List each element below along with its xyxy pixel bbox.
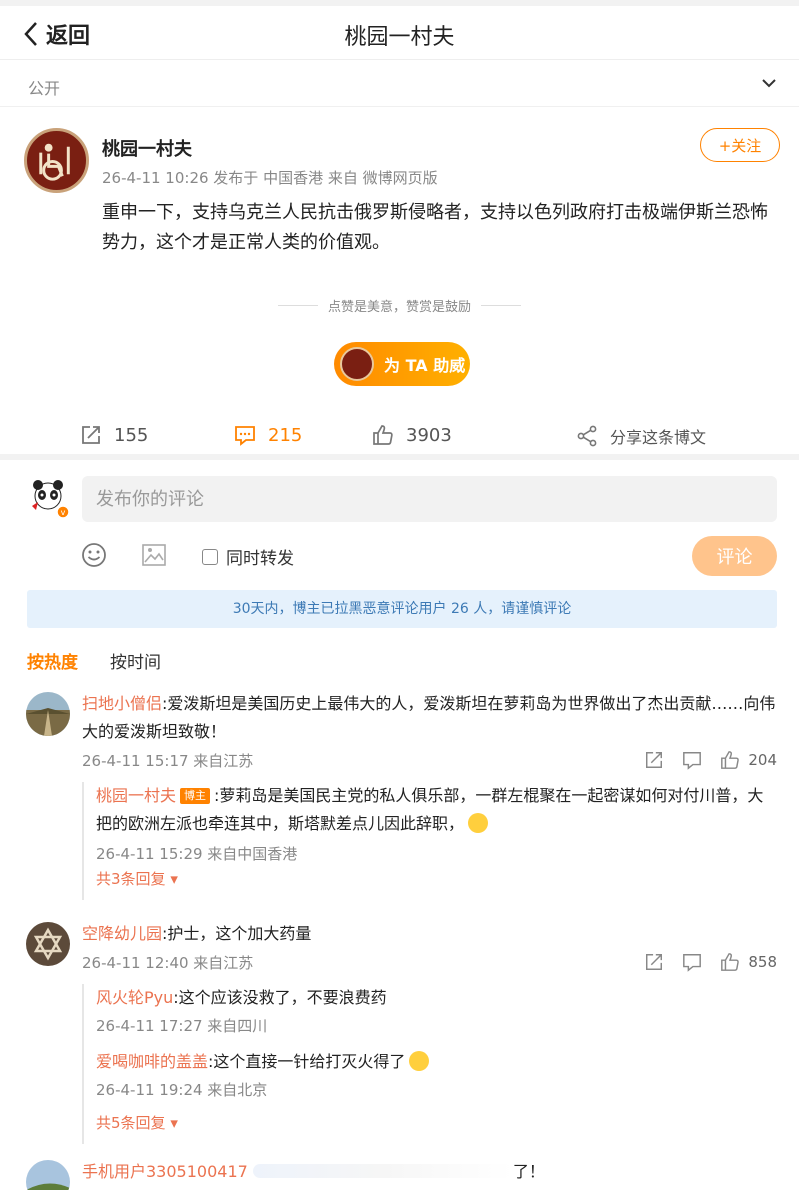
caret-down-icon: ▾ bbox=[170, 1114, 178, 1132]
reply-username[interactable]: 桃园一村夫 bbox=[96, 786, 176, 805]
divider-line bbox=[481, 305, 521, 306]
commenter-avatar[interactable] bbox=[26, 922, 70, 966]
star-avatar-icon bbox=[26, 922, 70, 966]
follow-button[interactable]: +关注 bbox=[700, 128, 780, 162]
svg-text:v: v bbox=[61, 508, 66, 517]
comment-actions: 204 bbox=[626, 750, 777, 770]
comment-text: :护士，这个加大药量 bbox=[162, 924, 312, 943]
blurred-content bbox=[252, 1164, 513, 1178]
reply-text: :这个应该没救了，不要浪费药 bbox=[173, 988, 387, 1007]
laugh-cry-emoji-icon bbox=[468, 813, 489, 833]
repost-icon bbox=[82, 426, 100, 444]
commenter-avatar[interactable] bbox=[26, 1160, 70, 1190]
comment-username[interactable]: 空降幼儿园 bbox=[82, 924, 162, 943]
share-icon bbox=[577, 425, 597, 447]
visibility-selector[interactable]: 公开 bbox=[0, 61, 799, 107]
reply-item: 桃园一村夫 博主:萝莉岛是美国民主党的私人俱乐部，一群左棍聚在一起密谋如何对付川普… bbox=[96, 782, 776, 868]
commenter-avatar[interactable] bbox=[26, 692, 70, 736]
post-meta: 26-4-11 10:26 发布于 中国香港 来自 微博网页版 bbox=[102, 169, 438, 187]
accessibility-logo-icon bbox=[29, 133, 84, 188]
like-count: 3903 bbox=[406, 424, 452, 446]
share-label: 分享这条博文 bbox=[610, 428, 707, 447]
comment-input[interactable] bbox=[82, 476, 777, 522]
comment-time: 26-4-11 12:40 来自江苏 bbox=[82, 954, 254, 972]
repost-checkbox-label: 同时转发 bbox=[226, 549, 294, 569]
reply-icon[interactable] bbox=[682, 750, 702, 770]
comment-body: 扫地小僧侣:爱泼斯坦是美国历史上最伟大的人，爱泼斯坦在萝莉岛为世界做出了杰出贡献… bbox=[82, 690, 777, 746]
repost-count: 155 bbox=[114, 424, 149, 446]
reply-time: 26-4-11 15:29 来自中国香港 bbox=[96, 845, 298, 863]
post-text: 重申一下，支持乌克兰人民抗击俄罗斯侵略者，支持以色列政府打击极端伊斯兰恐怖势力，… bbox=[102, 202, 768, 253]
reply-username[interactable]: 爱喝咖啡的盖盖 bbox=[96, 1052, 208, 1071]
caret-down-icon: ▾ bbox=[170, 870, 178, 888]
reward-avatar bbox=[340, 347, 374, 381]
image-icon[interactable] bbox=[141, 542, 167, 568]
comment-body: 空降幼儿园:护士，这个加大药量 bbox=[82, 920, 777, 948]
author-avatar[interactable] bbox=[24, 128, 89, 193]
reward-button-label: 为 TA 助威 bbox=[384, 356, 466, 375]
more-replies-link[interactable]: 共3条回复 ▾ bbox=[96, 868, 178, 889]
reply-time: 26-4-11 19:24 来自北京 bbox=[96, 1081, 268, 1099]
comment-username[interactable]: 扫地小僧侣 bbox=[82, 694, 162, 713]
repost-button[interactable]: 155 bbox=[80, 424, 148, 446]
comment-text: 了！ bbox=[512, 1162, 545, 1181]
block-notice: 30天内，博主已拉黑恶意评论用户 26 人，请谨慎评论 bbox=[27, 590, 777, 628]
visibility-label: 公开 bbox=[28, 79, 61, 98]
reward-tip: 点赞是美意，赞赏是鼓励 bbox=[0, 296, 799, 315]
thumbs-up-icon[interactable] bbox=[720, 952, 740, 972]
comment-time: 26-4-11 15:17 来自江苏 bbox=[82, 752, 254, 770]
reward-button[interactable]: 为 TA 助威 bbox=[334, 342, 470, 386]
landscape-avatar-icon bbox=[26, 1160, 70, 1190]
action-bar: 155 215 3903 分享这条博文 bbox=[0, 412, 799, 460]
comment-like-count: 858 bbox=[748, 953, 777, 971]
repost-checkbox[interactable]: 同时转发 bbox=[202, 544, 294, 569]
more-replies-label: 共5条回复 bbox=[96, 1114, 166, 1132]
emoji-icon[interactable] bbox=[81, 542, 107, 568]
panda-avatar-icon: v bbox=[32, 480, 70, 519]
my-avatar[interactable]: v bbox=[26, 476, 70, 520]
drool-emoji-icon bbox=[409, 1051, 430, 1071]
more-replies-label: 共3条回复 bbox=[96, 870, 166, 888]
chevron-down-icon[interactable] bbox=[761, 77, 777, 89]
comment-actions: 858 bbox=[626, 952, 777, 972]
sort-time-tab[interactable]: 按时间 bbox=[110, 648, 161, 673]
reply-username[interactable]: 风火轮Pyu bbox=[96, 988, 173, 1007]
comment-like-count: 204 bbox=[748, 751, 777, 769]
comment-tab-button[interactable]: 215 bbox=[234, 424, 302, 446]
reply-item: 风火轮Pyu:这个应该没救了，不要浪费药 26-4-11 17:27 来自四川 bbox=[96, 984, 776, 1040]
reply-thread: 桃园一村夫 博主:萝莉岛是美国民主党的私人俱乐部，一群左棍聚在一起密谋如何对付川普… bbox=[82, 782, 777, 900]
thumbs-up-icon bbox=[373, 425, 393, 445]
author-badge: 博主 bbox=[180, 788, 211, 804]
comment-icon bbox=[235, 426, 255, 446]
reward-tip-text: 点赞是美意，赞赏是鼓励 bbox=[327, 300, 471, 315]
reply-thread: 风火轮Pyu:这个应该没救了，不要浪费药 26-4-11 17:27 来自四川 … bbox=[82, 984, 777, 1144]
comment-username[interactable]: 手机用户3305100417 bbox=[82, 1162, 248, 1181]
sort-hot-tab[interactable]: 按热度 bbox=[27, 648, 78, 673]
comment-body: 手机用户3305100417 了！ bbox=[82, 1158, 777, 1186]
reply-icon[interactable] bbox=[682, 952, 702, 972]
divider-line bbox=[277, 305, 318, 306]
reply-time: 26-4-11 17:27 来自四川 bbox=[96, 1017, 268, 1035]
header: 返回 桃园一村夫 bbox=[0, 6, 799, 60]
checkbox-box[interactable] bbox=[202, 548, 218, 565]
repost-icon[interactable] bbox=[644, 750, 664, 770]
landscape-avatar-icon bbox=[26, 692, 70, 736]
share-button[interactable]: 分享这条博文 bbox=[576, 424, 706, 448]
reply-text: :这个直接一针给打灭火得了 bbox=[208, 1052, 406, 1071]
reply-item: 爱喝咖啡的盖盖:这个直接一针给打灭火得了 26-4-11 19:24 来自北京 bbox=[96, 1048, 776, 1104]
submit-comment-button[interactable]: 评论 bbox=[692, 536, 777, 576]
page-title: 桃园一村夫 bbox=[344, 25, 455, 50]
comment-count: 215 bbox=[268, 424, 303, 446]
author-name[interactable]: 桃园一村夫 bbox=[102, 135, 192, 161]
like-button[interactable]: 3903 bbox=[372, 424, 452, 446]
repost-icon[interactable] bbox=[644, 952, 664, 972]
comment-text: :爱泼斯坦是美国历史上最伟大的人，爱泼斯坦在萝莉岛为世界做出了杰出贡献……向伟大… bbox=[82, 694, 776, 741]
more-replies-link[interactable]: 共5条回复 ▾ bbox=[96, 1112, 178, 1133]
sort-tabs: 按热度 按时间 bbox=[27, 648, 161, 673]
thumbs-up-icon[interactable] bbox=[720, 750, 740, 770]
